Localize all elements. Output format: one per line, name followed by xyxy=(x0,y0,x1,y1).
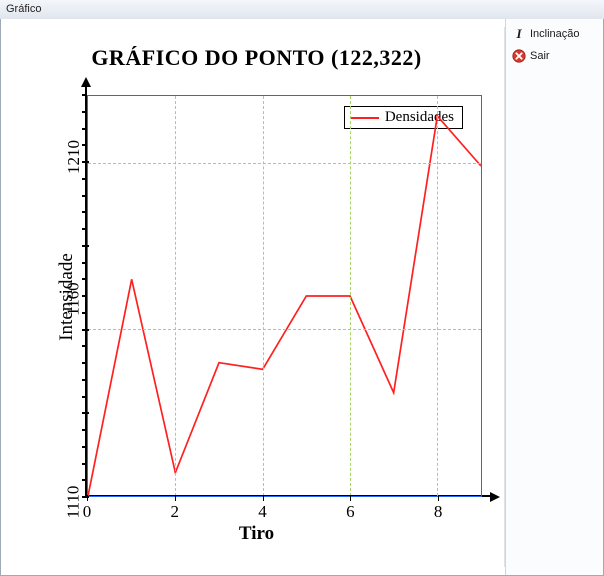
y-tick xyxy=(82,262,87,264)
y-tick-label: 1210 xyxy=(64,140,84,174)
side-item-label: Sair xyxy=(530,50,550,62)
y-axis-label: Intensidade xyxy=(56,253,78,341)
y-tick xyxy=(82,111,87,113)
y-tick xyxy=(82,446,87,448)
y-tick-label: 1110 xyxy=(63,486,83,519)
x-axis-arrow-icon xyxy=(490,492,500,502)
side-item-label: Inclinação xyxy=(530,28,580,40)
exit-icon xyxy=(512,49,526,63)
grid-line xyxy=(88,163,481,164)
chart-title: GRÁFICO DO PONTO (122,322) xyxy=(9,45,504,71)
y-tick xyxy=(82,479,87,481)
y-tick xyxy=(82,329,89,331)
window-title: Gráfico xyxy=(6,3,41,15)
x-tick-label: 6 xyxy=(346,502,355,522)
window: Gráfico GRÁFICO DO PONTO (122,322) 1110 … xyxy=(0,0,604,576)
x-tick xyxy=(350,495,351,501)
plot-area: Densidades xyxy=(87,95,482,497)
x-tick-label: 8 xyxy=(434,502,443,522)
y-tick xyxy=(82,211,87,213)
y-tick xyxy=(82,429,87,431)
y-tick xyxy=(82,295,87,297)
window-titlebar[interactable]: Gráfico xyxy=(0,0,604,20)
y-tick xyxy=(82,161,89,163)
y-tick xyxy=(82,278,87,280)
y-tick xyxy=(82,345,87,347)
y-tick xyxy=(82,463,87,465)
x-tick xyxy=(263,495,264,501)
y-tick xyxy=(82,195,87,197)
y-tick xyxy=(82,128,87,130)
x-tick xyxy=(438,495,439,501)
grid-line xyxy=(88,329,481,330)
side-panel: I Inclinação Sair xyxy=(505,19,603,575)
y-tick xyxy=(82,312,87,314)
grid-line xyxy=(175,96,176,496)
x-axis-label: Tiro xyxy=(9,523,504,545)
y-tick xyxy=(82,379,87,381)
client-area: GRÁFICO DO PONTO (122,322) 1110 1160 121… xyxy=(0,19,604,576)
y-tick xyxy=(82,362,87,364)
grid-line xyxy=(437,96,438,496)
y-tick xyxy=(82,228,87,230)
x-tick-label: 0 xyxy=(83,502,92,522)
sair-button[interactable]: Sair xyxy=(512,47,597,65)
y-tick xyxy=(82,178,87,180)
y-tick xyxy=(82,94,87,96)
x-tick xyxy=(87,495,88,501)
y-tick xyxy=(82,396,87,398)
italic-icon: I xyxy=(512,26,526,42)
grid-line xyxy=(263,96,264,496)
grid-line xyxy=(350,96,351,496)
chart-series xyxy=(88,96,481,496)
y-tick xyxy=(82,144,87,146)
x-tick-label: 4 xyxy=(258,502,267,522)
y-axis-arrow-icon xyxy=(81,77,91,87)
y-tick xyxy=(82,412,89,414)
x-tick-label: 2 xyxy=(171,502,180,522)
inclinacao-button[interactable]: I Inclinação xyxy=(512,25,597,43)
x-tick xyxy=(175,495,176,501)
chart-panel: GRÁFICO DO PONTO (122,322) 1110 1160 121… xyxy=(9,27,505,567)
y-tick xyxy=(82,245,89,247)
